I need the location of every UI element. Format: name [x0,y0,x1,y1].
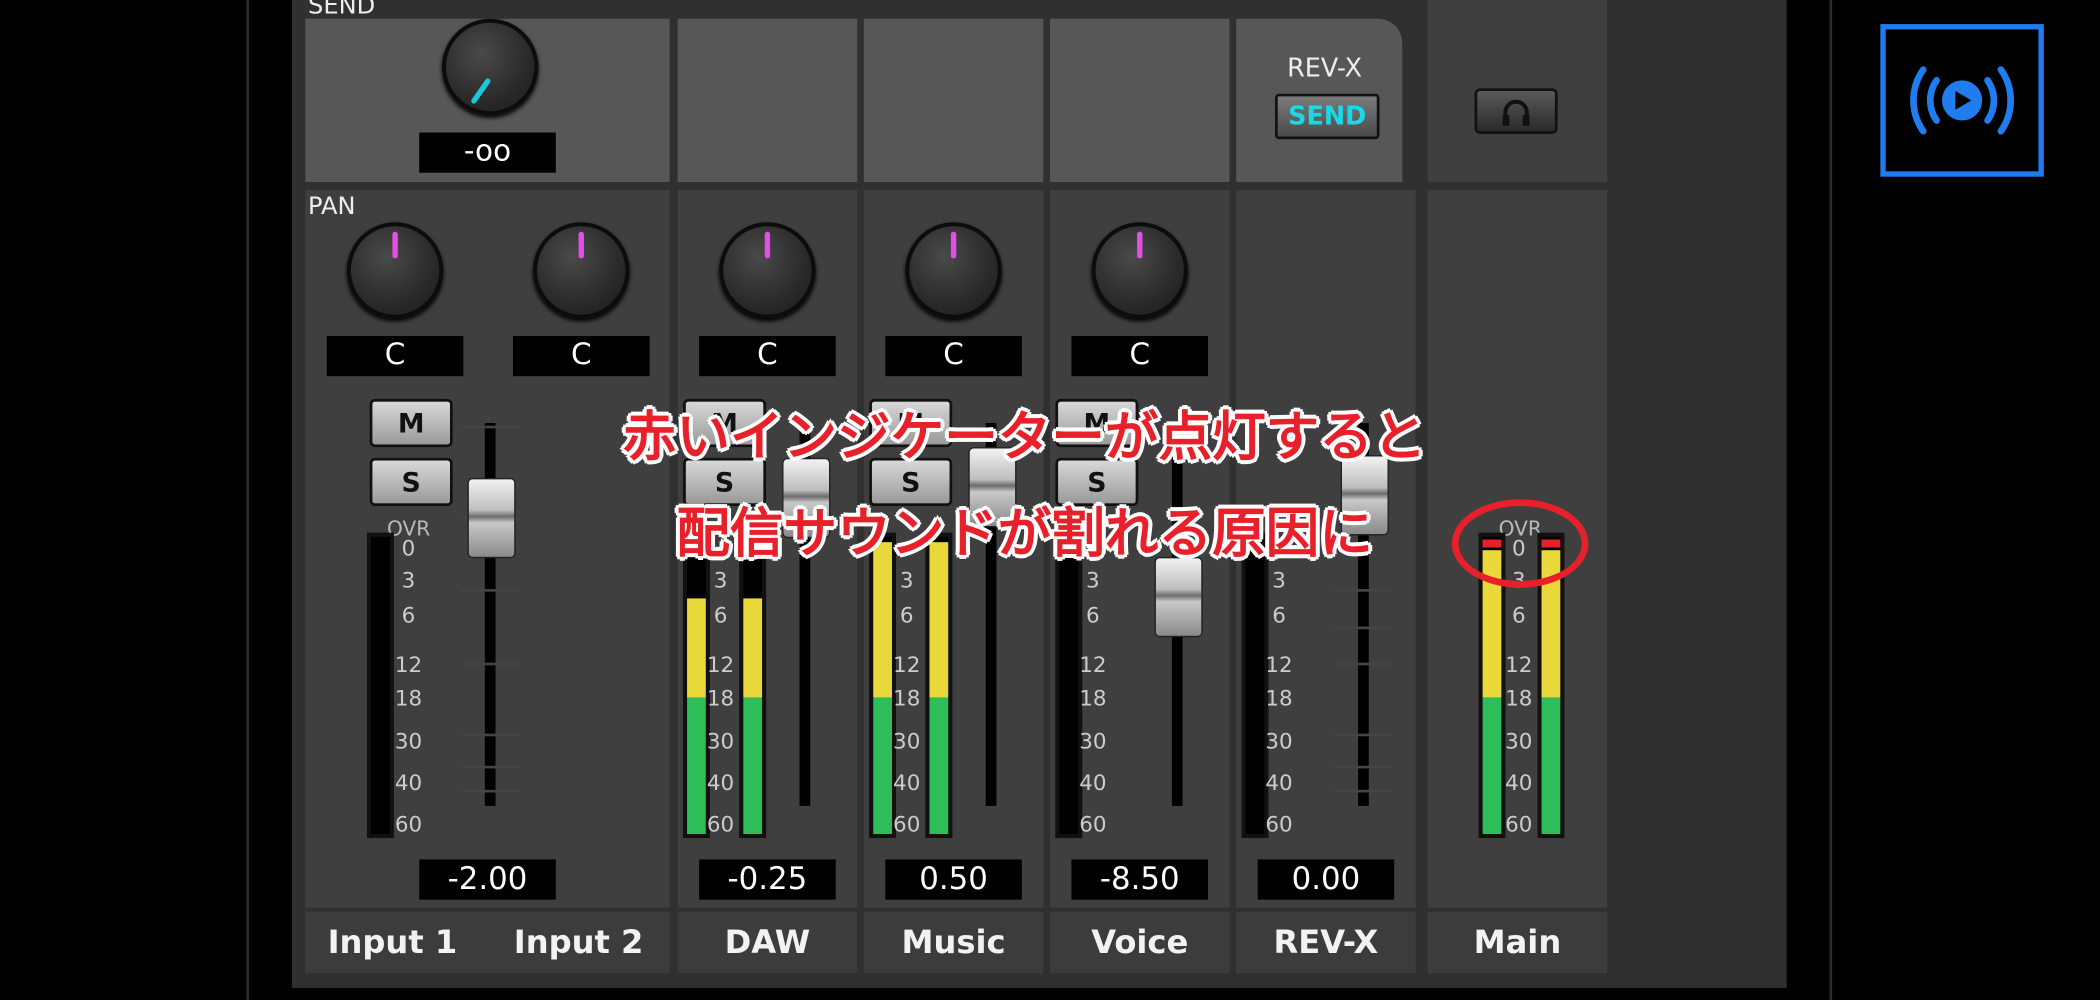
pan-value-input2: C [512,336,650,377]
send-knob[interactable] [441,18,539,116]
gain-display-daw: -0.25 [699,859,836,900]
revx-send-button[interactable]: SEND [1275,93,1380,140]
pan-knob-input2[interactable] [533,222,630,319]
gain-display-voice: -8.50 [1071,859,1209,900]
gain-display-music: 0.50 [885,859,1022,900]
send-area-daw [677,18,858,183]
pan-knob-indicator [1137,231,1143,259]
headphones-button[interactable] [1474,88,1558,134]
pan-value-music: C [885,336,1022,377]
frame-line-right [1829,0,1833,1000]
mute-button-input[interactable]: M [369,398,453,448]
pan-knob-indicator [950,231,957,259]
pan-value-voice: C [1071,336,1209,377]
pan-label: PAN [308,192,356,221]
live-stream-button[interactable] [1880,24,2044,177]
pan-knob-input1[interactable] [346,222,444,319]
channel-name-music: Music [901,923,1006,962]
send-label: SEND [308,0,376,21]
pan-value-daw: C [699,336,836,377]
channel-name-input1: Input 1 [327,923,458,962]
overload-highlight-ellipse [1451,499,1589,588]
gain-display-revx: 0.00 [1257,859,1395,900]
headphones-icon [1502,99,1530,126]
send-area-voice [1050,18,1230,183]
channel-name-revx: REV-X [1273,923,1379,962]
send-value-display: -oo [419,132,556,173]
channel-name-input2: Input 2 [513,923,644,962]
send-knob-indicator [470,77,492,105]
gain-display-input: -2.00 [419,859,556,900]
annotation-line1: 赤いインジケーターが点灯すると [622,406,1427,469]
solo-button-input[interactable]: S [369,457,453,507]
pan-knob-indicator [764,231,771,259]
channel-name-daw: DAW [724,923,811,962]
pan-value-input1: C [326,336,464,377]
send-area-music [863,18,1044,183]
annotation-line2: 配信サウンドが割れる原因に [676,503,1373,565]
frame-line-left [246,0,250,1000]
channel-name-voice: Voice [1091,923,1189,962]
pan-knob-daw[interactable] [719,222,816,319]
live-stream-icon [1910,66,2014,135]
pan-knob-indicator [578,231,584,259]
pan-knob-indicator [392,231,398,259]
revx-title: REV-X [1287,53,1363,83]
fader-input[interactable] [467,477,516,559]
channel-name-main: Main [1473,923,1562,962]
pan-knob-music[interactable] [905,222,1002,319]
fader-voice[interactable] [1154,556,1203,638]
pan-knob-voice[interactable] [1091,222,1188,319]
